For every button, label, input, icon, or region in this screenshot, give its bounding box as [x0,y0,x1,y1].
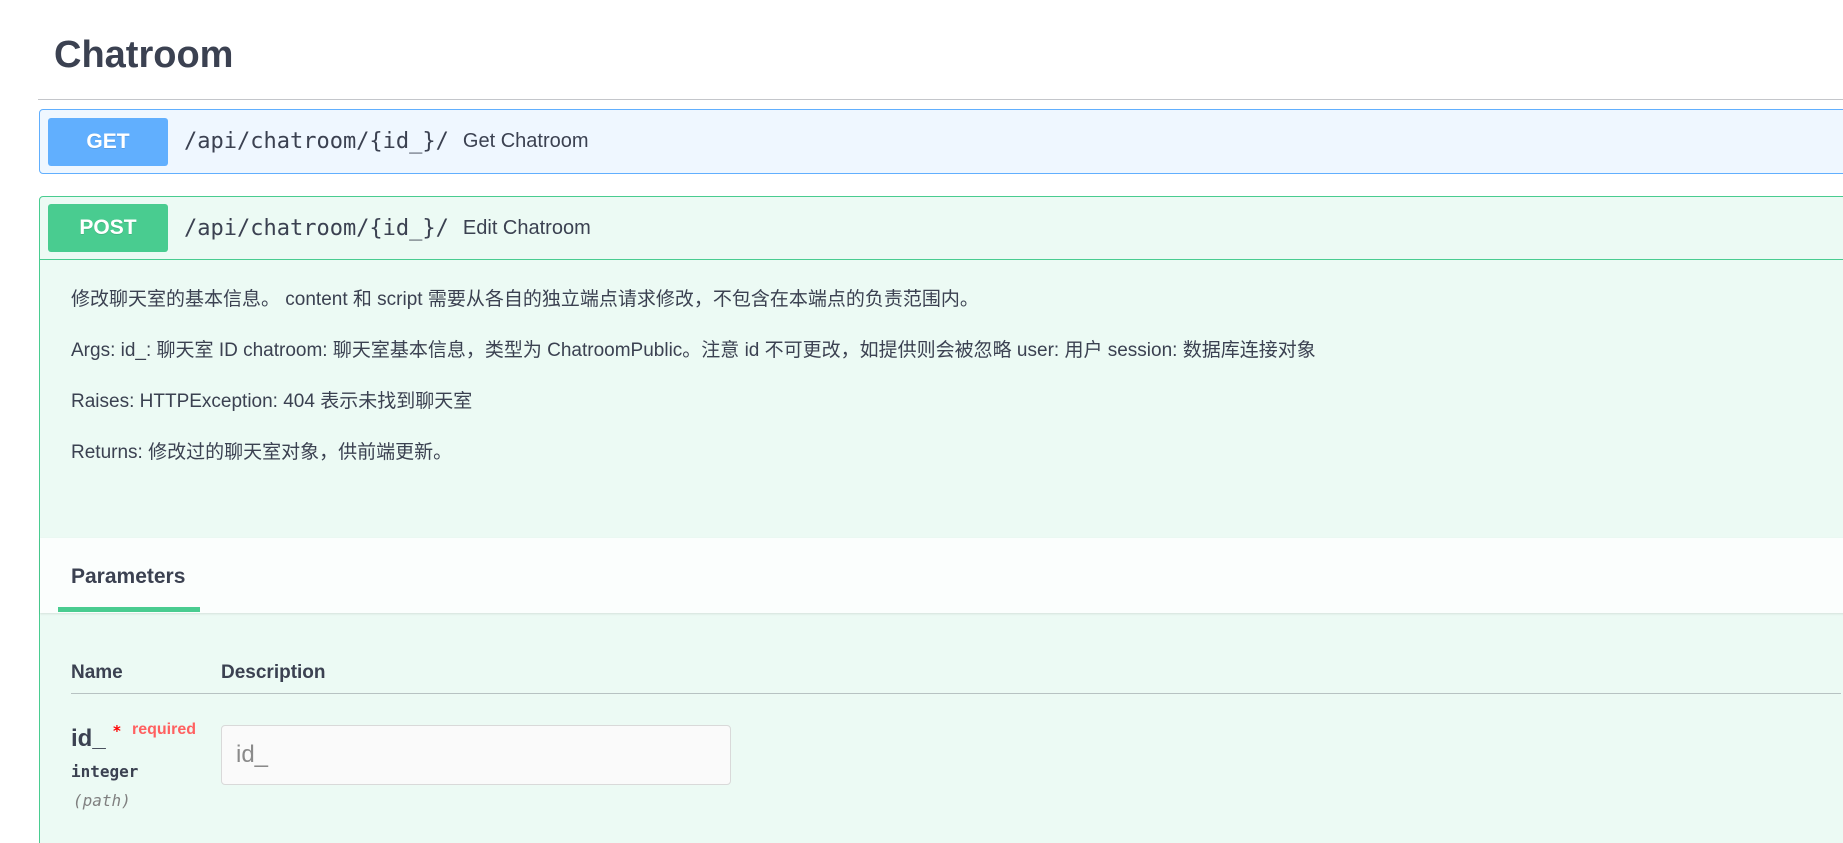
tag-section-header[interactable]: Chatroom [38,0,1843,100]
column-header-name: Name [71,662,123,683]
opblock-summary-get[interactable]: GET /api/chatroom/{id_}/ Get Chatroom [40,110,1843,173]
swagger-page: Chatroom GET /api/chatroom/{id_}/ Get Ch… [0,0,1843,843]
parameters-section-header: Parameters [40,538,1843,613]
method-badge-post: POST [48,204,168,252]
tag-title[interactable]: Chatroom [54,36,233,74]
column-header-description: Description [221,662,326,683]
description-args: Args: id_: 聊天室 ID chatroom: 聊天室基本信息，类型为 … [71,340,1316,361]
operation-description: 修改聊天室的基本信息。 content 和 script 需要从各自的独立端点请… [71,287,1831,491]
required-label: required [132,721,197,738]
endpoint-path: /api/chatroom/{id_}/ [184,215,449,241]
parameter-location: (path) [73,791,131,810]
endpoint-path: /api/chatroom/{id_}/ [184,129,449,154]
parameter-type: integer [71,762,139,781]
description-returns: Returns: 修改过的聊天室对象，供前端更新。 [71,442,453,463]
required-star: * [113,722,121,740]
endpoint-summary: Edit Chatroom [462,216,591,239]
parameter-name: id_ [71,725,106,752]
tab-parameters[interactable]: Parameters [71,565,185,589]
parameters-table-header: Name Description [71,654,1841,694]
active-tab-indicator [58,607,200,612]
parameter-row: id_ * required integer (path) [71,712,1841,812]
endpoint-summary: Get Chatroom [462,130,589,152]
method-badge-get: GET [48,117,168,166]
opblock-post-chatroom: POST /api/chatroom/{id_}/ Edit Chatroom … [39,196,1843,843]
opblock-summary-post[interactable]: POST /api/chatroom/{id_}/ Edit Chatroom [40,197,1843,260]
opblock-get-chatroom: GET /api/chatroom/{id_}/ Get Chatroom [39,109,1843,174]
id-parameter-input[interactable] [221,725,731,785]
description-paragraph: 修改聊天室的基本信息。 content 和 script 需要从各自的独立端点请… [71,289,979,310]
description-raises: Raises: HTTPException: 404 表示未找到聊天室 [71,391,473,412]
